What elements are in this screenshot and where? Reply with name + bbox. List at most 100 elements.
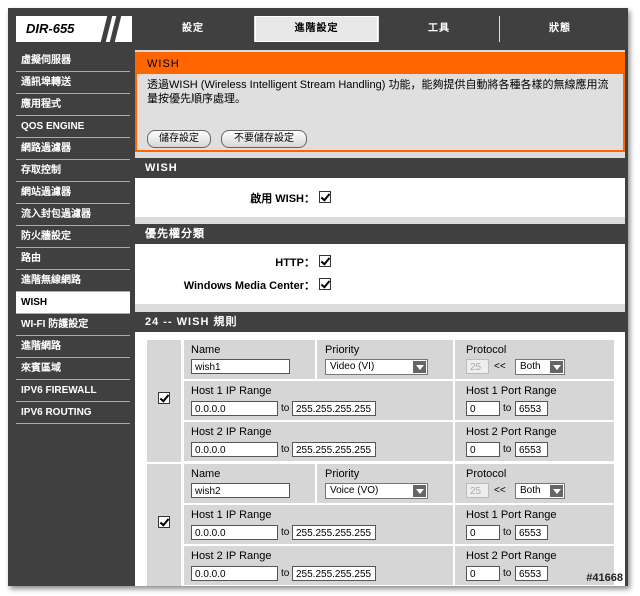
rule-name-input[interactable]: wish1	[191, 359, 290, 374]
sidebar-item-advanced-network[interactable]: 進階網路	[16, 336, 130, 358]
protocol-value: Both	[520, 361, 541, 372]
rule-enable-cell	[147, 340, 181, 462]
priority-caption: Priority	[325, 344, 360, 356]
wish-enable-panel: WISH 啟用 WISH：	[135, 158, 625, 217]
protocol-select[interactable]: Both	[515, 359, 565, 375]
sidebar-item-application-rules[interactable]: 應用程式	[16, 94, 130, 116]
rule-enable-cell	[147, 464, 181, 586]
to-label: to	[281, 568, 290, 579]
host2-port-start-input[interactable]: 0	[466, 442, 500, 457]
logo-slash-decor	[109, 16, 122, 42]
sidebar-item-port-forwarding[interactable]: 通訊埠轉送	[16, 72, 130, 94]
name-caption: Name	[191, 468, 221, 480]
to-label: to	[281, 403, 290, 414]
chevron-down-icon	[550, 485, 563, 497]
to-label: to	[503, 568, 512, 579]
rule-enable-checkbox[interactable]	[158, 392, 170, 404]
wmc-label: Windows Media Center：	[183, 280, 315, 292]
host1-port-start-input[interactable]: 0	[466, 525, 500, 540]
http-checkbox[interactable]	[319, 255, 331, 267]
dont-save-settings-button[interactable]: 不要儲存設定	[221, 130, 307, 148]
sidebar-item-qos-engine[interactable]: QOS ENGINE	[16, 116, 130, 138]
host1-ip-end-input[interactable]: 255.255.255.255	[292, 401, 376, 416]
priority-select[interactable]: Voice (VO)	[325, 483, 428, 499]
priority-classifiers-panel: 優先權分類 HTTP： Windows Media Center：	[135, 224, 625, 304]
to-label: to	[281, 444, 290, 455]
host2-port-start-input[interactable]: 0	[466, 566, 500, 581]
host2-port-caption: Host 2 Port Range	[466, 550, 557, 562]
save-settings-button[interactable]: 儲存設定	[147, 130, 211, 148]
host1-port-caption: Host 1 Port Range	[466, 509, 557, 521]
to-label: to	[503, 444, 512, 455]
host2-ip-end-input[interactable]: 255.255.255.255	[292, 442, 376, 457]
sidebar-item-inbound-filter[interactable]: 流入封包過濾器	[16, 204, 130, 226]
sidebar-item-advanced-wireless[interactable]: 進階無線網路	[16, 270, 130, 292]
chevron-down-icon	[413, 361, 426, 373]
protocol-caption: Protocol	[466, 468, 507, 480]
rule-name-input[interactable]: wish2	[191, 483, 290, 498]
to-label: to	[281, 527, 290, 538]
host2-ip-end-input[interactable]: 255.255.255.255	[292, 566, 376, 581]
main-content: WISH 透過WISH (Wireless Intelligent Stream…	[135, 50, 625, 586]
name-caption: Name	[191, 344, 221, 356]
priority-caption: Priority	[325, 468, 360, 480]
host2-ip-start-input[interactable]: 0.0.0.0	[191, 442, 278, 457]
wmc-checkbox[interactable]	[319, 278, 331, 290]
rule-enable-checkbox[interactable]	[158, 516, 170, 528]
enable-wish-checkbox[interactable]	[319, 191, 331, 203]
wish-section-title: WISH	[135, 158, 625, 178]
chevron-down-icon	[413, 485, 426, 497]
protocol-number-input[interactable]: 25	[466, 483, 489, 498]
host1-ip-caption: Host 1 IP Range	[191, 385, 272, 397]
sidebar-item-firewall-settings[interactable]: 防火牆設定	[16, 226, 130, 248]
priority-value: Video (VI)	[330, 361, 375, 372]
sidebar-item-website-filter[interactable]: 網站過濾器	[16, 182, 130, 204]
sidebar-item-ipv6-routing[interactable]: IPV6 ROUTING	[16, 402, 130, 424]
tab-status[interactable]: 狀態	[500, 16, 620, 42]
dlink-logo: DIR-655	[16, 16, 132, 42]
tab-advanced[interactable]: 進階設定	[255, 16, 378, 42]
host2-port-end-input[interactable]: 6553	[515, 442, 548, 457]
tab-tools[interactable]: 工具	[379, 16, 499, 42]
sidebar-item-access-control[interactable]: 存取控制	[16, 160, 130, 182]
chevron-down-icon	[550, 361, 563, 373]
protocol-caption: Protocol	[466, 344, 507, 356]
host1-port-start-input[interactable]: 0	[466, 401, 500, 416]
model-label: DIR-655	[26, 21, 75, 36]
host2-ip-caption: Host 2 IP Range	[191, 426, 272, 438]
intro-description: 透過WISH (Wireless Intelligent Stream Hand…	[147, 79, 609, 105]
host1-ip-caption: Host 1 IP Range	[191, 509, 272, 521]
host1-port-caption: Host 1 Port Range	[466, 385, 557, 397]
sidebar-item-network-filter[interactable]: 網路過濾器	[16, 138, 130, 160]
protocol-number-input[interactable]: 25	[466, 359, 489, 374]
watermark: #41668	[586, 572, 623, 584]
host2-port-end-input[interactable]: 6553	[515, 566, 548, 581]
host1-port-end-input[interactable]: 6553	[515, 401, 548, 416]
tab-setup[interactable]: 設定	[132, 16, 254, 42]
sidebar-item-virtual-server[interactable]: 虛擬伺服器	[16, 50, 130, 72]
host2-ip-caption: Host 2 IP Range	[191, 550, 272, 562]
priority-value: Voice (VO)	[330, 485, 379, 496]
host2-ip-start-input[interactable]: 0.0.0.0	[191, 566, 278, 581]
protocol-select[interactable]: Both	[515, 483, 565, 499]
intro-panel: WISH 透過WISH (Wireless Intelligent Stream…	[135, 52, 625, 152]
sidebar-item-wish[interactable]: WISH	[16, 292, 130, 314]
protocol-value: Both	[520, 485, 541, 496]
router-admin-window: DIR-655 設定 進階設定 工具 狀態 虛擬伺服器 通訊埠轉送 應用程式 Q…	[8, 8, 628, 586]
host1-ip-start-input[interactable]: 0.0.0.0	[191, 525, 278, 540]
sidebar-nav: 虛擬伺服器 通訊埠轉送 應用程式 QOS ENGINE 網路過濾器 存取控制 網…	[16, 50, 130, 424]
host1-ip-end-input[interactable]: 255.255.255.255	[292, 525, 376, 540]
sidebar-item-wifi-protected-setup[interactable]: WI-FI 防護設定	[16, 314, 130, 336]
sidebar-item-routing[interactable]: 路由	[16, 248, 130, 270]
to-label: to	[503, 403, 512, 414]
http-label: HTTP：	[275, 257, 315, 269]
priority-select[interactable]: Video (VI)	[325, 359, 428, 375]
sidebar-item-guest-zone[interactable]: 來賓區域	[16, 358, 130, 380]
sidebar-item-ipv6-firewall[interactable]: IPV6 FIREWALL	[16, 380, 130, 402]
host1-ip-start-input[interactable]: 0.0.0.0	[191, 401, 278, 416]
priority-section-title: 優先權分類	[135, 224, 625, 244]
host1-port-end-input[interactable]: 6553	[515, 525, 548, 540]
intro-title: WISH	[137, 54, 623, 74]
protocol-separator: <<	[494, 485, 506, 496]
enable-wish-label: 啟用 WISH：	[250, 193, 315, 205]
